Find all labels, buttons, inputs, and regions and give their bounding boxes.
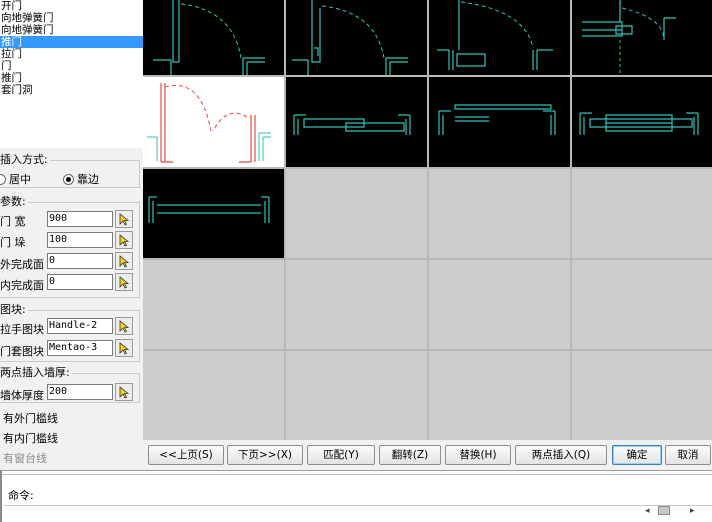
radio-checked-icon xyxy=(63,173,74,185)
pick-cursor-icon xyxy=(119,320,130,333)
outer-finish-input[interactable]: 0 xyxy=(47,253,113,269)
empty-preview-cell xyxy=(572,169,712,258)
door-preview-cell[interactable] xyxy=(429,0,570,75)
door-type-item[interactable]: 向地弹簧门 xyxy=(0,12,143,24)
door-type-item-selected[interactable]: 推门 xyxy=(0,36,143,48)
pick-cursor-icon xyxy=(119,234,130,247)
center-radio[interactable]: 居中 xyxy=(0,171,31,187)
center-radio-label: 居中 xyxy=(9,173,31,186)
divider xyxy=(0,470,2,522)
door-plan-drawing xyxy=(292,0,408,75)
empty-preview-cell xyxy=(572,351,712,440)
door-preview-grid[interactable] xyxy=(143,0,712,440)
door-type-item[interactable]: 套门洞 xyxy=(0,84,143,96)
empty-preview-cell xyxy=(286,351,427,440)
edge-radio-label: 靠边 xyxy=(77,173,99,186)
empty-preview-cell xyxy=(429,351,570,440)
door-type-item[interactable]: 向地弹簧门 xyxy=(0,24,143,36)
pick-cursor-icon xyxy=(119,386,130,399)
outer-threshold-checkbox[interactable]: 有外门槛线 xyxy=(3,410,58,426)
door-preview-cell[interactable] xyxy=(572,77,712,167)
pick-door-casing-button[interactable] xyxy=(115,339,133,357)
door-preview-cell[interactable] xyxy=(572,0,712,75)
sill-line-checkbox[interactable]: 有窗台线 xyxy=(3,450,47,466)
divider xyxy=(0,474,712,476)
door-type-item[interactable]: 推门 xyxy=(0,72,143,84)
door-preview-cell[interactable] xyxy=(286,77,427,167)
pick-cursor-icon xyxy=(119,342,130,355)
two-point-insert-button[interactable]: 两点插入(Q) xyxy=(515,445,607,465)
door-plan-drawing xyxy=(147,83,271,163)
empty-preview-cell xyxy=(286,260,427,349)
edge-radio[interactable]: 靠边 xyxy=(63,171,99,187)
door-preview-cell[interactable] xyxy=(286,0,427,75)
radio-circle-icon xyxy=(0,173,6,185)
door-type-item[interactable]: 拉门 xyxy=(0,48,143,60)
door-type-list[interactable]: 开门 向地弹簧门 向地弹簧门 推门 拉门 门 推门 套门洞 xyxy=(0,0,143,148)
empty-preview-cell xyxy=(572,260,712,349)
pick-jamb-button[interactable] xyxy=(115,231,133,249)
empty-preview-cell xyxy=(286,169,427,258)
door-width-input[interactable]: 900 xyxy=(47,211,113,227)
insert-mode-title: 插入方式: xyxy=(0,151,50,167)
wall-thickness-label: 墙体厚度 xyxy=(0,389,44,402)
door-preview-cell[interactable] xyxy=(143,169,284,258)
command-line-area[interactable]: 命令: ◂ ▸ xyxy=(0,470,712,522)
cancel-button[interactable]: 取消 xyxy=(665,445,711,465)
outer-finish-label: 外完成面 xyxy=(0,258,44,271)
door-preview-cell-selected[interactable] xyxy=(143,77,284,167)
command-prompt: 命令: xyxy=(8,489,34,502)
pick-cursor-icon xyxy=(119,276,130,289)
pick-inner-finish-button[interactable] xyxy=(115,273,133,291)
ok-button[interactable]: 确定 xyxy=(612,445,662,465)
inner-finish-input[interactable]: 0 xyxy=(47,274,113,290)
pick-width-button[interactable] xyxy=(115,210,133,228)
pick-wall-thickness-button[interactable] xyxy=(115,383,133,401)
options-panel: 开门 向地弹簧门 向地弹簧门 推门 拉门 门 推门 套门洞 插入方式: 居中 靠… xyxy=(0,0,143,470)
match-button[interactable]: 匹配(Y) xyxy=(307,445,375,465)
door-plan-drawing xyxy=(293,114,411,135)
two-point-title: 两点插入墙厚: xyxy=(0,364,72,380)
empty-preview-cell xyxy=(143,260,284,349)
scroll-right-icon[interactable]: ▸ xyxy=(690,506,695,516)
door-casing-label: 门套图块 xyxy=(0,345,44,358)
door-plan-drawing xyxy=(582,0,676,75)
empty-preview-cell xyxy=(429,169,570,258)
inner-threshold-checkbox[interactable]: 有内门槛线 xyxy=(3,430,58,446)
door-plan-drawing xyxy=(438,104,556,135)
door-width-label: 门 宽 xyxy=(0,215,26,228)
pick-cursor-icon xyxy=(119,255,130,268)
pick-cursor-icon xyxy=(119,213,130,226)
action-button-bar: <<上页(S) 下页>>(X) 匹配(Y) 翻转(Z) 替换(H) 两点插入(Q… xyxy=(143,440,712,470)
door-plan-drawing xyxy=(153,0,265,75)
empty-preview-cell xyxy=(143,351,284,440)
handle-block-input[interactable]: Handle-2 xyxy=(47,318,113,334)
pick-outer-finish-button[interactable] xyxy=(115,252,133,270)
scroll-thumb[interactable] xyxy=(658,506,670,515)
divider xyxy=(4,505,712,506)
inner-finish-label: 内完成面 xyxy=(0,279,44,292)
door-plan-drawing xyxy=(579,112,699,135)
door-casing-input[interactable]: Mentao-3 xyxy=(47,340,113,356)
handle-block-label: 拉手图块 xyxy=(0,323,44,336)
prev-page-button[interactable]: <<上页(S) xyxy=(148,445,224,465)
door-plan-drawing xyxy=(148,196,270,223)
replace-button[interactable]: 替换(H) xyxy=(445,445,511,465)
scroll-left-icon[interactable]: ◂ xyxy=(645,506,650,516)
params-title: 参数: xyxy=(0,193,28,209)
pick-handle-block-button[interactable] xyxy=(115,317,133,335)
blocks-title: 图块: xyxy=(0,301,28,317)
door-type-item[interactable]: 开门 xyxy=(0,0,143,12)
horizontal-scrollbar[interactable]: ◂ ▸ xyxy=(4,505,712,516)
door-plan-drawing xyxy=(437,0,553,70)
empty-preview-cell xyxy=(429,260,570,349)
next-page-button[interactable]: 下页>>(X) xyxy=(227,445,303,465)
wall-thickness-input[interactable]: 200 xyxy=(47,384,113,400)
door-jamb-label: 门 垛 xyxy=(0,236,26,249)
door-preview-cell[interactable] xyxy=(143,0,284,75)
door-jamb-input[interactable]: 100 xyxy=(47,232,113,248)
door-preview-cell[interactable] xyxy=(429,77,570,167)
door-type-item[interactable]: 门 xyxy=(0,60,143,72)
flip-button[interactable]: 翻转(Z) xyxy=(379,445,441,465)
